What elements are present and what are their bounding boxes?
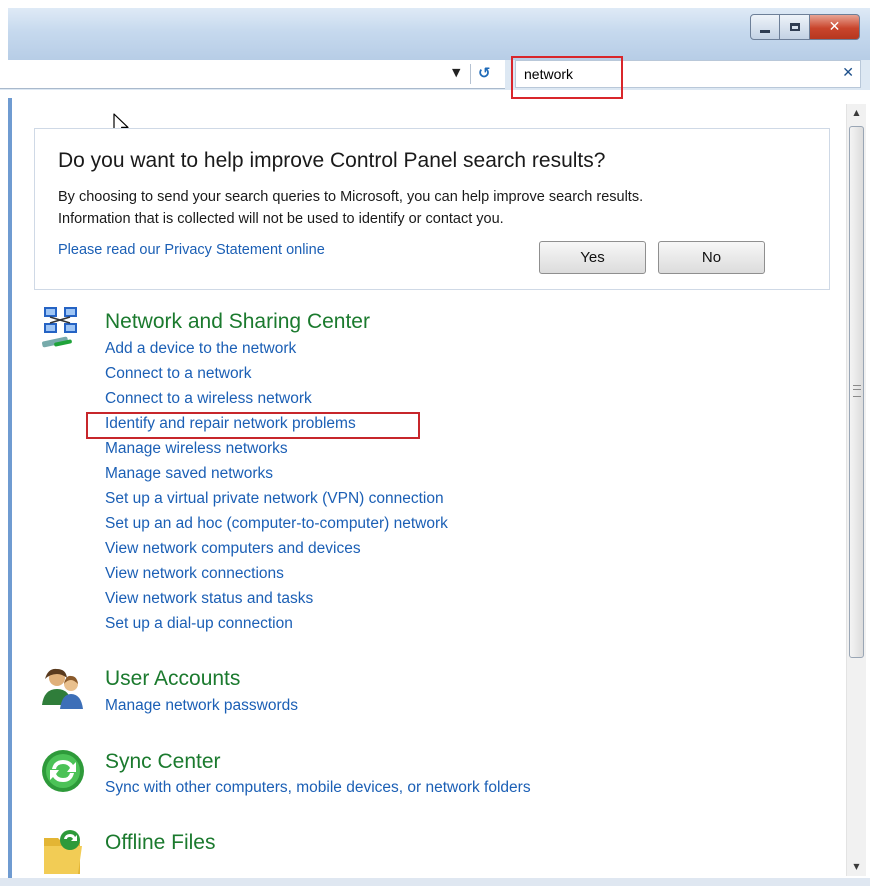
- network-icon: [42, 307, 77, 348]
- task-link-connect-wireless[interactable]: Connect to a wireless network: [105, 390, 312, 408]
- task-link-dialup[interactable]: Set up a dial-up connection: [105, 615, 293, 633]
- network-sharing-center-title[interactable]: Network and Sharing Center: [105, 310, 370, 334]
- clear-search-icon[interactable]: ✕: [842, 65, 854, 81]
- user-accounts-icon: [42, 668, 83, 709]
- task-link-manage-saved[interactable]: Manage saved networks: [105, 465, 273, 483]
- task-link-add-device[interactable]: Add a device to the network: [105, 340, 296, 358]
- task-link-manage-wireless[interactable]: Manage wireless networks: [105, 440, 288, 458]
- window-bottom-edge: [0, 878, 870, 886]
- scroll-up-icon[interactable]: ▲: [847, 104, 866, 122]
- title-bar: ✕: [8, 8, 870, 60]
- maximize-icon: [789, 23, 800, 31]
- close-button[interactable]: ✕: [810, 14, 860, 40]
- task-link-manage-passwords[interactable]: Manage network passwords: [105, 697, 298, 715]
- feedback-line-2: Information that is collected will not b…: [58, 211, 504, 227]
- address-dropdown-icon[interactable]: ▼: [452, 66, 460, 79]
- scrollbar-grip: [853, 385, 861, 397]
- task-highlight-box: [86, 412, 420, 439]
- minimize-button[interactable]: [750, 14, 780, 40]
- window-controls: ✕: [750, 14, 860, 40]
- address-row: ▼ ↺ ✕: [0, 60, 870, 90]
- control-panel-window: ✕ ▼ ↺ ✕ ▲ ▼ Do you want to help improve …: [0, 0, 870, 886]
- privacy-statement-link[interactable]: Please read our Privacy Statement online: [58, 242, 325, 258]
- search-highlight-box: [511, 56, 623, 99]
- task-link-view-computers[interactable]: View network computers and devices: [105, 540, 361, 558]
- scroll-down-icon[interactable]: ▼: [847, 858, 866, 876]
- task-link-connect-network[interactable]: Connect to a network: [105, 365, 251, 383]
- refresh-icon[interactable]: ↺: [478, 64, 491, 82]
- task-link-view-connections[interactable]: View network connections: [105, 565, 284, 583]
- maximize-button[interactable]: [780, 14, 810, 40]
- task-link-view-status[interactable]: View network status and tasks: [105, 590, 313, 608]
- left-accent-bar: [8, 98, 12, 878]
- scrollbar-thumb[interactable]: [849, 126, 864, 658]
- feedback-line-1: By choosing to send your search queries …: [58, 189, 644, 205]
- no-button[interactable]: No: [658, 241, 765, 274]
- minimize-icon: [760, 29, 770, 33]
- feedback-title: Do you want to help improve Control Pane…: [58, 149, 606, 172]
- feedback-description: By choosing to send your search queries …: [58, 186, 778, 230]
- yes-button[interactable]: Yes: [539, 241, 646, 274]
- task-link-setup-vpn[interactable]: Set up a virtual private network (VPN) c…: [105, 490, 444, 508]
- vertical-scrollbar[interactable]: ▲ ▼: [846, 104, 866, 876]
- task-link-setup-adhoc[interactable]: Set up an ad hoc (computer-to-computer) …: [105, 515, 448, 533]
- close-icon: ✕: [828, 19, 841, 35]
- task-link-sync-others[interactable]: Sync with other computers, mobile device…: [105, 779, 531, 797]
- address-divider: [470, 64, 471, 84]
- address-bar[interactable]: ▼ ↺: [0, 60, 505, 89]
- search-feedback-panel: Do you want to help improve Control Pane…: [34, 128, 830, 290]
- offline-files-icon: [44, 830, 82, 874]
- offline-files-title[interactable]: Offline Files: [105, 831, 216, 855]
- sync-center-title[interactable]: Sync Center: [105, 750, 221, 774]
- sync-center-icon: [42, 750, 84, 792]
- user-accounts-title[interactable]: User Accounts: [105, 667, 240, 691]
